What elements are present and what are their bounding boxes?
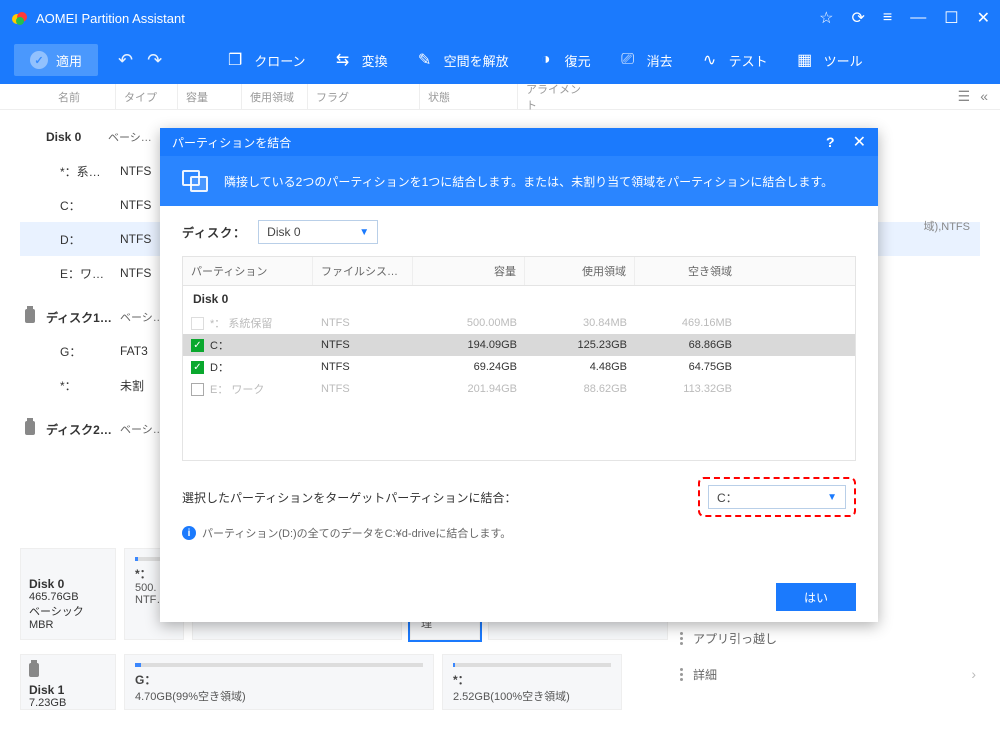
merge-partition-dialog: パーティションを結合 ? ✕ 隣接している2つのパーティションを1つに結合します… <box>160 128 878 622</box>
chevron-down-icon: ▼ <box>359 227 369 238</box>
refresh-icon[interactable]: ⟳ <box>852 8 865 28</box>
pt-head-capacity[interactable]: 容量 <box>413 257 525 285</box>
pt-disk-label: Disk 0 <box>183 286 855 312</box>
column-headers: 名前 タイプ 容量 使用領域 フラグ 状態 アライメント ☰ « <box>0 84 1000 110</box>
pt-row-c[interactable]: ✓C： NTFS 194.09GB 125.23GB 68.86GB <box>183 334 855 356</box>
bullets-icon <box>680 632 683 645</box>
disk-card-0[interactable]: Disk 0 465.76GB ベーシック MBR <box>20 548 116 640</box>
apply-button[interactable]: ✓ 適用 <box>14 44 98 76</box>
tools-icon: ▦ <box>794 49 816 71</box>
tools-button[interactable]: ▦ツール <box>786 49 871 71</box>
info-icon: i <box>182 526 196 540</box>
app-title: AOMEI Partition Assistant <box>36 11 819 26</box>
close-window-icon[interactable]: ✕ <box>977 8 990 28</box>
side-item-migrate[interactable]: アプリ引っ越し <box>680 620 990 656</box>
minimize-icon[interactable]: ― <box>910 9 926 27</box>
menu-icon[interactable]: ≡ <box>883 9 892 27</box>
restore-icon: ◑ <box>535 49 557 71</box>
checkbox-icon[interactable]: ✓ <box>191 339 204 352</box>
undo-icon[interactable]: ↶ <box>118 50 133 71</box>
redo-icon[interactable]: ↷ <box>147 50 162 71</box>
app-logo-icon <box>10 9 28 27</box>
test-icon: ∿ <box>699 49 721 71</box>
info-text: パーティション(D:)の全てのデータをC:¥d-driveに結合します。 <box>202 525 511 541</box>
checkbox-icon[interactable] <box>191 383 204 396</box>
chevron-right-icon: › <box>971 666 976 682</box>
chevron-down-icon: ▼ <box>827 492 837 503</box>
bullets-icon <box>680 668 683 681</box>
part-card-g[interactable]: G： 4.70GB(99%空き領域) <box>124 654 434 710</box>
col-name[interactable]: 名前 <box>50 84 116 109</box>
target-partition-combo[interactable]: C： ▼ <box>708 485 846 509</box>
pt-row-e[interactable]: E： ワーク NTFS 201.94GB 88.62GB 113.32GB <box>183 378 855 400</box>
usb-icon <box>29 663 39 677</box>
banner-text: 隣接している2つのパーティションを1つに結合します。または、未割り当て領域をパー… <box>224 173 833 190</box>
dialog-banner: 隣接している2つのパーティションを1つに結合します。または、未割り当て領域をパー… <box>160 156 878 206</box>
disk-card-1[interactable]: Disk 1 7.23GB <box>20 654 116 710</box>
dialog-titlebar: パーティションを結合 ? ✕ <box>160 128 878 156</box>
side-item-detail[interactable]: 詳細 › <box>680 656 990 692</box>
apply-label: 適用 <box>56 51 82 70</box>
pt-head-filesys[interactable]: ファイルシス… <box>313 257 413 285</box>
col-type[interactable]: タイプ <box>116 84 178 109</box>
target-highlight: C： ▼ <box>698 477 856 517</box>
close-icon[interactable]: ✕ <box>853 132 866 152</box>
freespace-icon: ✎ <box>414 49 436 71</box>
check-icon: ✓ <box>30 51 48 69</box>
usb-icon <box>20 421 40 438</box>
col-flag[interactable]: フラグ <box>308 84 420 109</box>
usb-icon <box>20 309 40 326</box>
partition-table: パーティション ファイルシス… 容量 使用領域 空き領域 Disk 0 *： 系… <box>182 256 856 461</box>
test-button[interactable]: ∿テスト <box>691 49 776 71</box>
col-capacity[interactable]: 容量 <box>178 84 242 109</box>
titlebar: AOMEI Partition Assistant ☆ ⟳ ≡ ― ☐ ✕ <box>0 0 1000 36</box>
checkbox-icon[interactable]: ✓ <box>191 361 204 374</box>
erase-button[interactable]: ⎚消去 <box>609 49 681 71</box>
pt-head-partition[interactable]: パーティション <box>183 257 313 285</box>
dialog-title: パーティションを結合 <box>172 134 291 151</box>
pt-head-free[interactable]: 空き領域 <box>635 257 740 285</box>
merge-icon <box>182 170 208 192</box>
maximize-icon[interactable]: ☐ <box>944 8 958 28</box>
ok-button[interactable]: はい <box>776 583 856 611</box>
pt-row-sys: *： 系統保留 NTFS 500.00MB 30.84MB 469.16MB <box>183 312 855 334</box>
target-label: 選択したパーティションをターゲットパーティションに結合： <box>182 489 517 506</box>
restore-button[interactable]: ◑復元 <box>527 49 599 71</box>
side-items: アプリ引っ越し 詳細 › <box>680 620 990 692</box>
col-status[interactable]: 状態 <box>420 84 518 109</box>
erase-icon: ⎚ <box>617 49 639 71</box>
freespace-button[interactable]: ✎空間を解放 <box>406 49 517 71</box>
disk-select-label: ディスク： <box>182 224 246 241</box>
convert-button[interactable]: ⇆変換 <box>324 49 396 71</box>
part-card-unalloc[interactable]: *： 2.52GB(100%空き領域) <box>442 654 622 710</box>
clone-button[interactable]: ❐クローン <box>216 49 313 71</box>
toolbar: ✓ 適用 ↶ ↷ ❐クローン ⇆変換 ✎空間を解放 ◑復元 ⎚消去 ∿テスト ▦… <box>0 36 1000 84</box>
checkbox-icon <box>191 317 204 330</box>
list-view-icon[interactable]: ☰ <box>958 88 971 105</box>
help-icon[interactable]: ? <box>826 134 835 150</box>
pt-row-d[interactable]: ✓D： NTFS 69.24GB 4.48GB 64.75GB <box>183 356 855 378</box>
clone-icon: ❐ <box>224 49 246 71</box>
convert-icon: ⇆ <box>332 49 354 71</box>
col-alignment[interactable]: アライメント <box>518 84 598 109</box>
col-used[interactable]: 使用領域 <box>242 84 308 109</box>
pt-head-used[interactable]: 使用領域 <box>525 257 635 285</box>
collapse-icon[interactable]: « <box>980 88 988 105</box>
star-icon[interactable]: ☆ <box>819 8 833 28</box>
disk-select-combo[interactable]: Disk 0 ▼ <box>258 220 378 244</box>
